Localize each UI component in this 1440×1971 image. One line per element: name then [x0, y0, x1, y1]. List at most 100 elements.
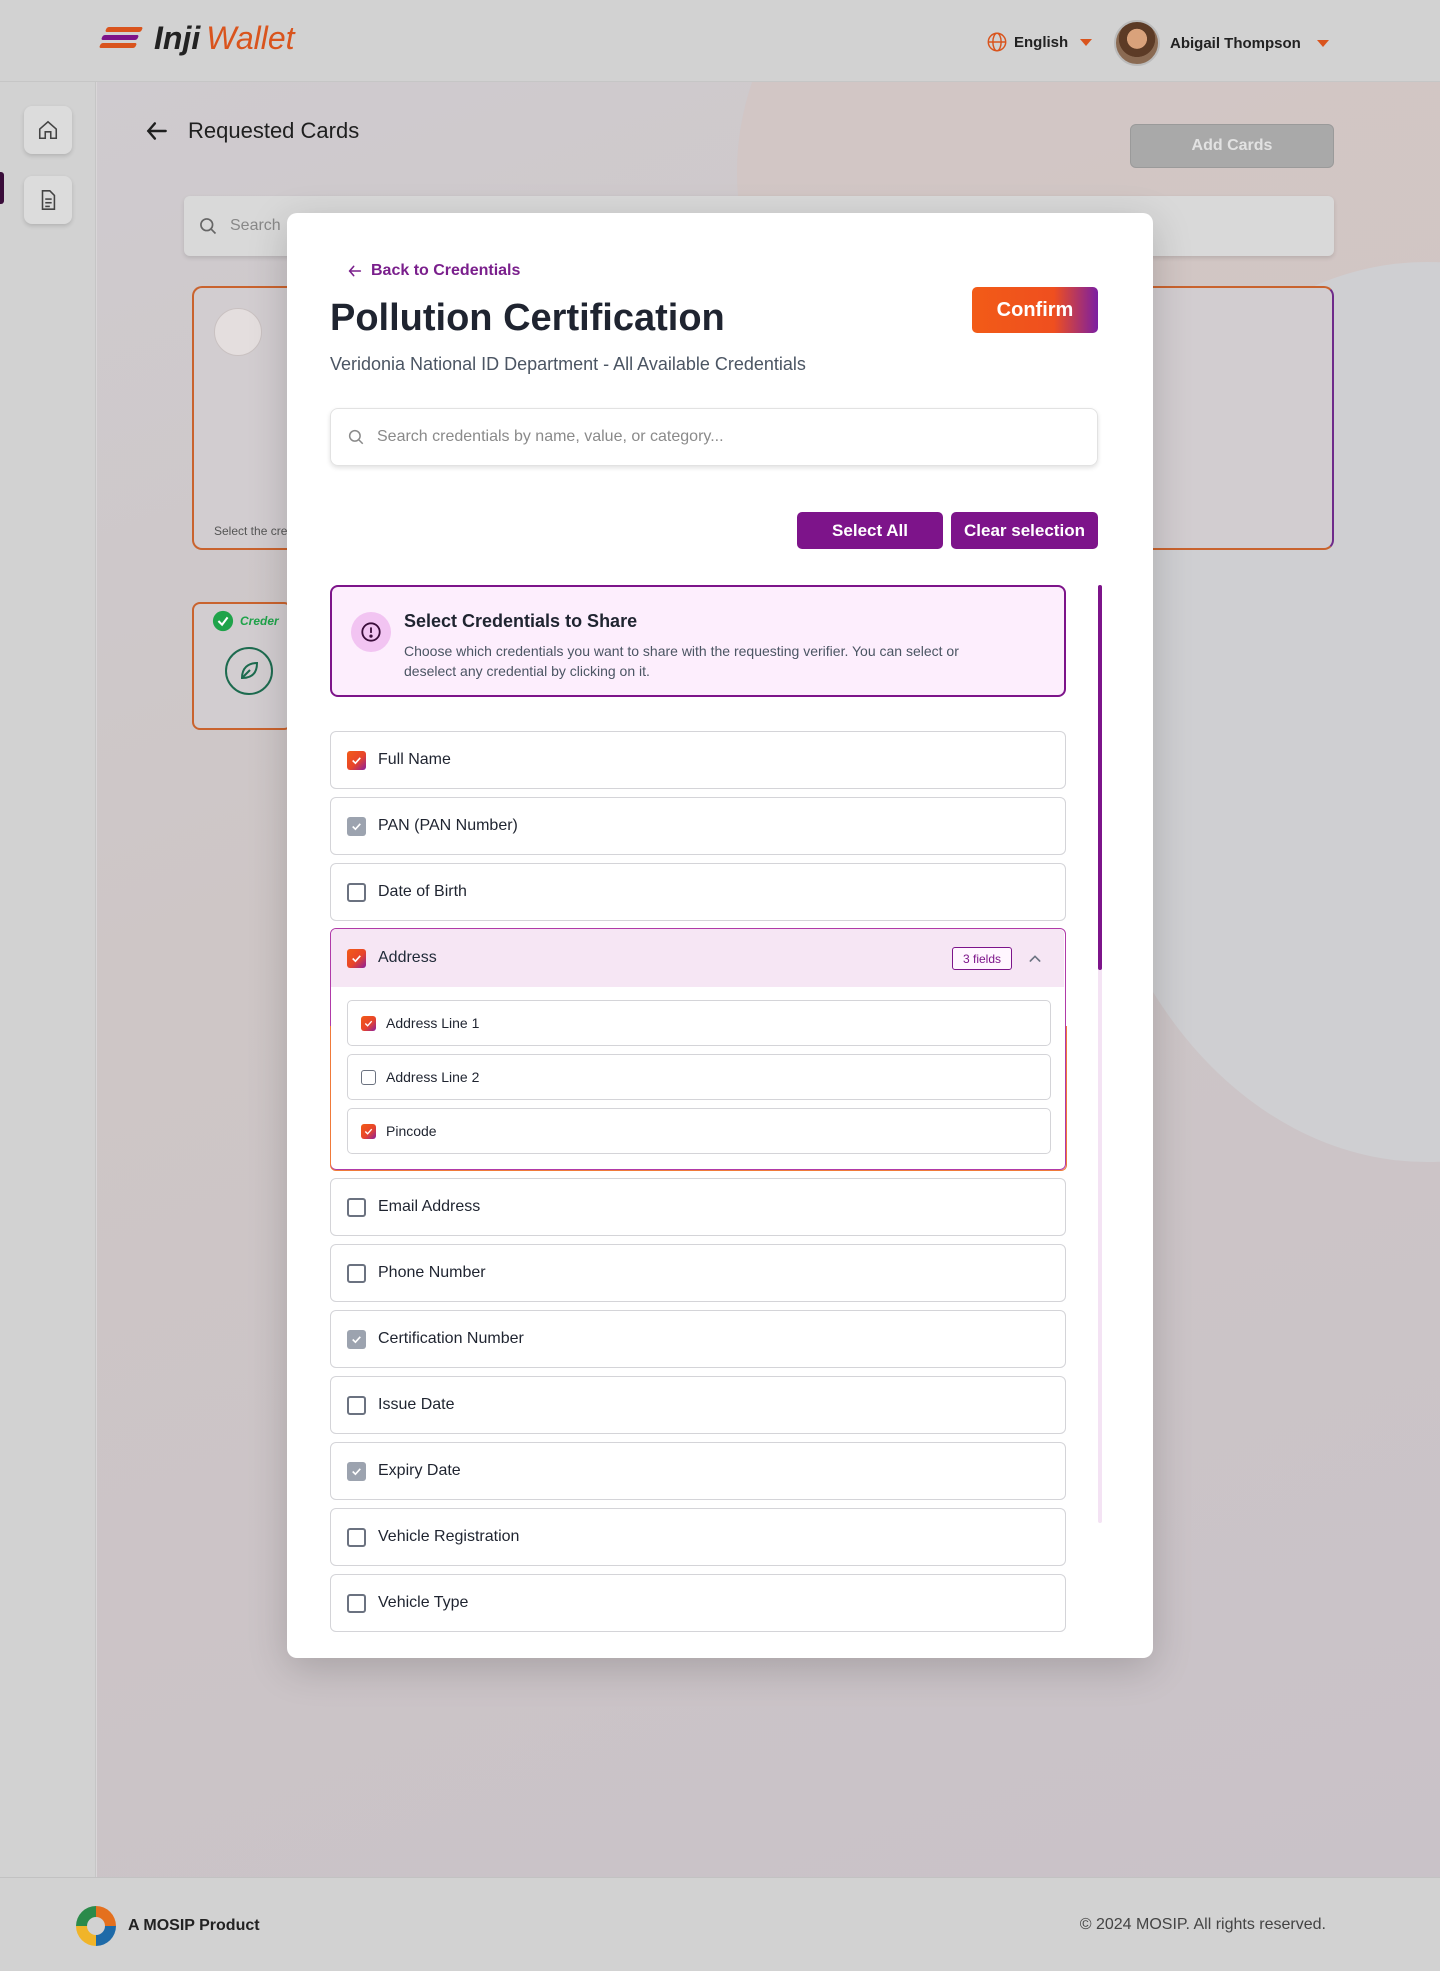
logo-text-secondary: Wallet	[206, 20, 295, 56]
credential-label: Issue Date	[378, 1396, 455, 1413]
credential-row-pan[interactable]: PAN (PAN Number)	[330, 797, 1066, 855]
credential-row-vehicle-registration[interactable]: Vehicle Registration	[330, 1508, 1066, 1566]
credential-row-issue-date[interactable]: Issue Date	[330, 1376, 1066, 1434]
check-icon	[352, 954, 361, 962]
home-icon	[38, 120, 58, 140]
arrow-left-icon	[348, 265, 362, 277]
credential-label: Phone Number	[378, 1264, 486, 1281]
checkbox[interactable]	[347, 1263, 366, 1283]
credential-label: Expiry Date	[378, 1462, 461, 1479]
checkbox[interactable]	[347, 1527, 366, 1547]
mosip-logo-icon	[76, 1906, 116, 1946]
checkbox[interactable]	[347, 1395, 366, 1415]
credential-card[interactable]: Creder	[192, 602, 292, 730]
checkbox[interactable]	[361, 1015, 376, 1031]
sidebar-item-home[interactable]	[24, 106, 72, 154]
modal-subtitle: Veridonia National ID Department - All A…	[330, 354, 806, 374]
info-banner: Select Credentials to Share Choose which…	[330, 585, 1066, 697]
sidebar	[0, 82, 96, 1877]
info-title: Select Credentials to Share	[404, 611, 638, 631]
credential-row-date-of-birth[interactable]: Date of Birth	[330, 863, 1066, 921]
cards-search-placeholder: Search	[230, 217, 281, 234]
address-field-label: Pincode	[386, 1123, 437, 1139]
caret-down-icon	[1316, 39, 1329, 47]
check-icon	[352, 822, 361, 830]
footer-brand[interactable]: A MOSIP Product	[76, 1906, 260, 1946]
arrow-left-icon[interactable]	[144, 118, 170, 144]
footer: A MOSIP Product © 2024 MOSIP. All rights…	[0, 1877, 1440, 1971]
checkbox[interactable]	[347, 1593, 366, 1613]
credential-label: PAN (PAN Number)	[378, 817, 518, 834]
credential-row-full-name[interactable]: Full Name	[330, 731, 1066, 789]
check-icon	[364, 1020, 373, 1027]
credential-row-expiry-date[interactable]: Expiry Date	[330, 1442, 1066, 1500]
app-logo[interactable]: Inji Wallet	[98, 20, 295, 57]
caret-down-icon	[1080, 38, 1093, 46]
checkbox[interactable]	[347, 882, 366, 902]
document-icon	[41, 190, 56, 210]
checkbox[interactable]	[347, 750, 366, 770]
credential-row-email[interactable]: Email Address	[330, 1178, 1066, 1236]
credential-label: Vehicle Registration	[378, 1528, 520, 1545]
page-header: Requested Cards	[144, 118, 359, 144]
credential-list: Select Credentials to Share Choose which…	[330, 585, 1110, 1658]
footer-copyright: © 2024 MOSIP. All rights reserved.	[1079, 1916, 1326, 1933]
credential-label: Full Name	[378, 751, 451, 768]
back-to-credentials-link[interactable]: Back to Credentials	[347, 262, 520, 280]
fields-count-badge: 3 fields	[952, 947, 1013, 970]
checkbox[interactable]	[347, 1461, 366, 1481]
address-field-row[interactable]: Address Line 1	[347, 1000, 1051, 1046]
credential-card-label: Creder	[240, 614, 279, 628]
credential-row-vehicle-type[interactable]: Vehicle Type	[330, 1574, 1066, 1632]
footer-product: A MOSIP Product	[128, 1917, 260, 1934]
search-icon	[200, 218, 217, 235]
credential-search	[330, 408, 1098, 466]
checkbox[interactable]	[347, 1329, 366, 1349]
address-group-header[interactable]: Address 3 fields	[331, 929, 1064, 987]
check-icon	[352, 1335, 361, 1343]
search-icon	[348, 429, 364, 445]
credential-label: Certification Number	[378, 1330, 524, 1347]
logo-text-primary: Inji	[154, 20, 201, 56]
issuer-logo	[214, 308, 262, 356]
address-field-label: Address Line 1	[386, 1015, 480, 1031]
checkbox[interactable]	[361, 1123, 376, 1139]
credential-label: Email Address	[378, 1198, 481, 1215]
sidebar-item-documents[interactable]	[24, 176, 72, 224]
credential-group-address: Address 3 fields Address Line 1 Address …	[330, 928, 1067, 1171]
checkbox[interactable]	[361, 1069, 376, 1085]
language-selector[interactable]: English	[986, 31, 1093, 53]
credential-row-phone[interactable]: Phone Number	[330, 1244, 1066, 1302]
card-footnote: Select the cre	[214, 524, 288, 538]
language-label: English	[1014, 33, 1069, 51]
credential-row-certification-number[interactable]: Certification Number	[330, 1310, 1066, 1368]
top-bar: Inji Wallet English Abigail Thompson	[0, 0, 1440, 82]
credential-label: Address	[378, 949, 437, 966]
user-menu[interactable]: Abigail Thompson	[1114, 20, 1329, 66]
credential-label: Date of Birth	[378, 883, 467, 900]
clear-selection-button[interactable]: Clear selection	[951, 512, 1098, 549]
checkbox[interactable]	[347, 816, 366, 836]
address-field-label: Address Line 2	[386, 1069, 480, 1085]
avatar	[1114, 20, 1160, 66]
credential-search-input[interactable]	[377, 428, 1057, 446]
sidebar-active-indicator	[0, 172, 4, 204]
select-all-button[interactable]: Select All	[797, 512, 943, 549]
globe-icon	[987, 32, 1007, 52]
credential-selection-modal: Back to Credentials Pollution Certificat…	[287, 213, 1153, 1658]
credential-label: Vehicle Type	[378, 1594, 469, 1611]
check-circle-icon	[212, 610, 234, 632]
confirm-button[interactable]: Confirm	[972, 287, 1098, 333]
user-name: Abigail Thompson	[1170, 34, 1301, 52]
address-field-row[interactable]: Pincode	[347, 1108, 1051, 1154]
chevron-up-icon[interactable]	[1027, 951, 1043, 967]
checkbox[interactable]	[347, 1197, 366, 1217]
modal-title: Pollution Certification	[330, 297, 725, 339]
check-icon	[352, 756, 361, 764]
checkbox[interactable]	[347, 948, 366, 968]
add-cards-button[interactable]: Add Cards	[1130, 124, 1334, 168]
leaf-icon	[225, 647, 273, 695]
info-icon	[351, 612, 391, 652]
info-text: Choose which credentials you want to sha…	[404, 643, 959, 679]
address-field-row[interactable]: Address Line 2	[347, 1054, 1051, 1100]
